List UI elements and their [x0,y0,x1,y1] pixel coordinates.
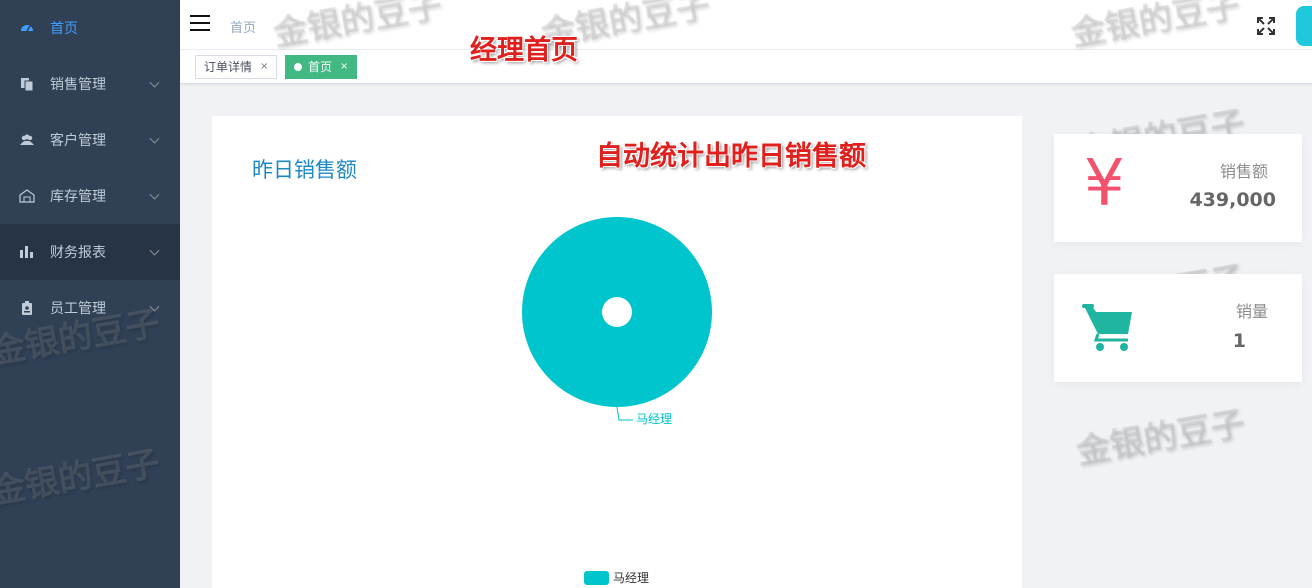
yesterday-sales-chart-card: 昨日销售额 马经理 马经理 [212,116,1022,588]
chevron-down-icon [149,189,160,200]
sidebar-item-label: 财务报表 [50,245,106,261]
sidebar-item-inventory[interactable]: 库存管理 [0,168,180,224]
tags-view: 订单详情 × 首页 × [180,50,1312,84]
pie-chart: 马经理 马经理 [522,217,712,585]
warehouse-icon [19,188,35,204]
tag-home[interactable]: 首页 × [285,55,358,79]
chevron-down-icon [149,133,160,144]
legend-swatch [584,571,609,585]
volume-label: 销量 [1235,302,1268,321]
top-navbar: 首页 [180,0,1312,50]
sidebar-item-finance[interactable]: 财务报表 [0,224,180,280]
sidebar-item-label: 库存管理 [50,189,106,205]
hamburger-icon[interactable] [190,15,210,33]
pie-label-line [616,406,633,421]
yen-icon: ¥ [1084,147,1125,221]
volume-value: 1 [1232,330,1246,352]
cart-icon [1082,302,1134,356]
sales-stat-card[interactable]: ¥ 销售额 439,000 [1054,134,1302,242]
sidebar-item-staff[interactable]: 员工管理 [0,280,180,336]
sidebar-item-label: 首页 [50,21,78,37]
chevron-down-icon [149,301,160,312]
breadcrumb[interactable]: 首页 [230,17,256,36]
chevron-down-icon [149,77,160,88]
legend-label: 马经理 [613,571,649,585]
sidebar: 首页 销售管理 客户管理 库存管理 财务报表 员工管理 [0,0,180,588]
pie-slice[interactable] [522,217,712,407]
sales-label: 销售额 [1219,162,1268,181]
close-icon[interactable]: × [340,56,348,78]
sidebar-item-sales[interactable]: 销售管理 [0,56,180,112]
page-annotation: 经理首页 [470,35,578,66]
copy-icon [19,76,35,92]
sidebar-item-customers[interactable]: 客户管理 [0,112,180,168]
avatar[interactable] [1296,6,1312,46]
active-dot-icon [294,63,302,71]
close-icon[interactable]: × [260,56,268,78]
sidebar-item-label: 员工管理 [50,301,106,317]
users-icon [19,132,35,148]
sidebar-item-label: 销售管理 [50,77,106,93]
chart-annotation: 自动统计出昨日销售额 [596,141,866,172]
tag-label: 订单详情 [204,60,253,74]
chart-legend[interactable]: 马经理 [584,571,649,585]
pie-slice-label: 马经理 [636,412,672,426]
watermark: 金银的豆子 [1073,403,1248,473]
chevron-down-icon [149,245,160,256]
sidebar-item-label: 客户管理 [50,133,106,149]
sidebar-item-home[interactable]: 首页 [0,0,180,56]
tag-order-detail[interactable]: 订单详情 × [195,55,278,79]
dashboard-icon [19,20,35,36]
volume-stat-card[interactable]: 销量 1 [1054,274,1302,382]
sales-value: 439,000 [1189,189,1276,211]
badge-icon [19,300,35,316]
bar-chart-icon [19,244,35,260]
tag-label: 首页 [308,60,333,74]
fullscreen-icon[interactable] [1256,16,1276,36]
